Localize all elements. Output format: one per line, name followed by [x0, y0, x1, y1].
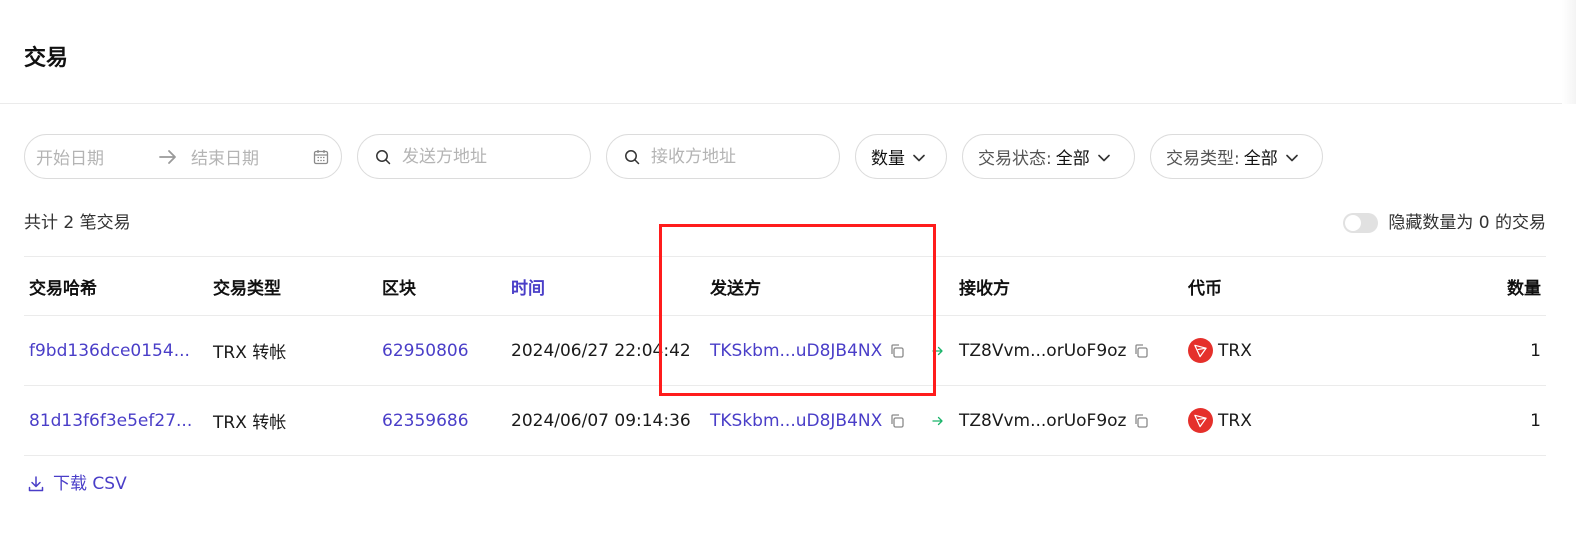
column-header-token: 代币 — [1188, 278, 1222, 299]
table-row: f9bd136dce0154... TRX 转帐 62950806 2024/0… — [24, 316, 1546, 386]
from-address-cell: TKSkbm...uD8JB4NX — [710, 386, 905, 455]
tx-time: 2024/06/07 09:14:36 — [511, 410, 691, 431]
to-address-cell: TZ8Vvm...orUoF9oz — [959, 386, 1149, 455]
table-header: 交易哈希 交易类型 区块 时间 发送方 接收方 代币 数量 — [24, 256, 1546, 316]
tx-time: 2024/06/27 22:04:42 — [511, 340, 691, 361]
type-dropdown[interactable]: 交易类型: 全部 — [1150, 134, 1323, 179]
download-csv-label: 下载 CSV — [53, 474, 127, 494]
hide-zero-toggle-group: 隐藏数量为 0 的交易 — [1343, 211, 1546, 235]
header-edge — [1562, 0, 1576, 104]
page-header: 交易 — [0, 0, 1576, 104]
token-name: TRX — [1218, 340, 1252, 361]
date-range-picker[interactable]: 开始日期 结束日期 — [24, 134, 342, 179]
tx-hash-link[interactable]: f9bd136dce0154... — [29, 316, 190, 385]
trx-logo-icon — [1188, 408, 1213, 433]
amount-dropdown-label: 数量 — [871, 149, 905, 169]
column-header-hash: 交易哈希 — [29, 278, 97, 299]
to-address: TZ8Vvm...orUoF9oz — [959, 410, 1127, 431]
column-header-amount: 数量 — [1507, 278, 1541, 299]
tx-hash-link[interactable]: 81d13f6f3e5ef27... — [29, 386, 192, 455]
receiver-search-field[interactable] — [606, 134, 840, 179]
column-header-block: 区块 — [382, 278, 416, 299]
status-dropdown-label: 交易状态: — [978, 149, 1052, 169]
trx-logo-icon — [1188, 338, 1213, 363]
copy-icon[interactable] — [889, 343, 905, 359]
transfer-arrow-icon — [932, 316, 944, 385]
hide-zero-label: 隐藏数量为 0 的交易 — [1388, 213, 1546, 233]
copy-icon[interactable] — [1133, 343, 1149, 359]
calendar-icon[interactable] — [313, 149, 329, 170]
chevron-down-icon — [913, 147, 925, 167]
search-icon — [375, 149, 391, 170]
status-dropdown-value: 全部 — [1055, 149, 1090, 169]
status-dropdown[interactable]: 交易状态: 全部 — [962, 134, 1135, 179]
table-row: 81d13f6f3e5ef27... TRX 转帐 62359686 2024/… — [24, 386, 1546, 456]
tx-amount: 1 — [1530, 410, 1541, 431]
token-cell: TRX — [1188, 316, 1252, 385]
transactions-table: 交易哈希 交易类型 区块 时间 发送方 接收方 代币 数量 f9bd136dce… — [24, 256, 1546, 456]
to-address: TZ8Vvm...orUoF9oz — [959, 340, 1127, 361]
page-title: 交易 — [24, 46, 69, 71]
column-header-from: 发送方 — [710, 278, 761, 299]
token-cell: TRX — [1188, 386, 1252, 455]
tx-type: TRX 转帐 — [213, 413, 287, 433]
type-dropdown-label: 交易类型: — [1166, 149, 1240, 169]
download-csv-link[interactable]: 下载 CSV — [27, 472, 127, 496]
column-header-type: 交易类型 — [213, 278, 281, 299]
copy-icon[interactable] — [1133, 413, 1149, 429]
arrow-right-icon — [158, 147, 178, 172]
download-icon — [28, 476, 44, 492]
block-link[interactable]: 62950806 — [382, 316, 469, 385]
hide-zero-toggle[interactable] — [1343, 213, 1379, 233]
end-date-input[interactable]: 结束日期 — [191, 144, 259, 169]
receiver-address-input[interactable] — [651, 145, 826, 169]
chevron-down-icon — [1285, 147, 1298, 167]
transaction-count: 共计 2 笔交易 — [24, 213, 131, 233]
amount-dropdown[interactable]: 数量 — [855, 134, 947, 179]
toggle-knob — [1345, 215, 1362, 231]
copy-icon[interactable] — [889, 413, 905, 429]
from-address-link[interactable]: TKSkbm...uD8JB4NX — [710, 411, 882, 431]
tx-type: TRX 转帐 — [213, 343, 287, 363]
sender-search-field[interactable] — [357, 134, 591, 179]
tx-amount: 1 — [1530, 340, 1541, 361]
to-address-cell: TZ8Vvm...orUoF9oz — [959, 316, 1149, 385]
transfer-arrow-icon — [932, 386, 944, 455]
token-name: TRX — [1218, 410, 1252, 431]
from-address-cell: TKSkbm...uD8JB4NX — [710, 316, 905, 385]
type-dropdown-value: 全部 — [1243, 149, 1278, 169]
start-date-input[interactable]: 开始日期 — [36, 144, 104, 169]
search-icon — [624, 149, 640, 170]
block-link[interactable]: 62359686 — [382, 386, 469, 455]
column-header-time[interactable]: 时间 — [511, 257, 545, 315]
column-header-to: 接收方 — [959, 278, 1010, 299]
from-address-link[interactable]: TKSkbm...uD8JB4NX — [710, 341, 882, 361]
chevron-down-icon — [1097, 147, 1110, 167]
sender-address-input[interactable] — [402, 145, 577, 169]
